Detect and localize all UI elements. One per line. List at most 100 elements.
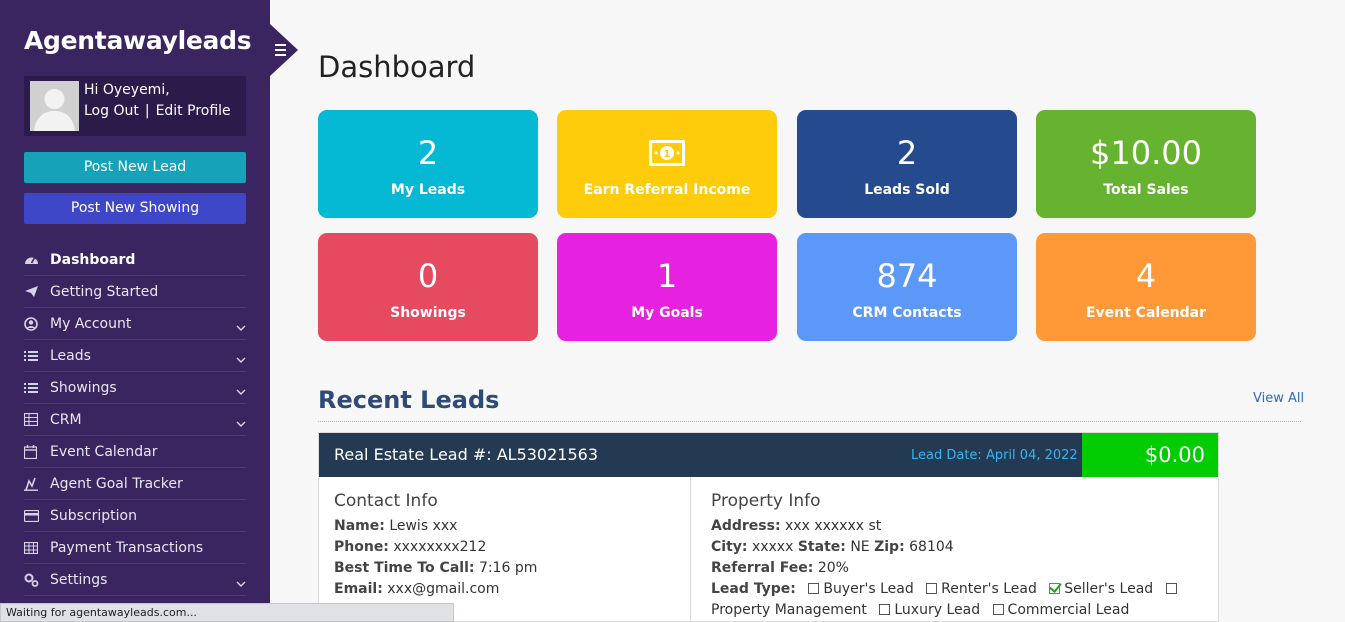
avatar <box>30 81 79 131</box>
sidebar-item-label: Getting Started <box>50 283 159 300</box>
credit-card-icon <box>24 509 50 522</box>
sidebar-item-event-calendar[interactable]: Event Calendar <box>24 436 246 468</box>
sidebar-item-settings[interactable]: Settings <box>24 564 246 596</box>
sidebar-item-dashboard[interactable]: Dashboard <box>24 244 246 276</box>
goal-icon <box>24 477 50 491</box>
column-divider <box>690 477 691 622</box>
svg-text:1: 1 <box>664 149 671 160</box>
sidebar-item-subscription[interactable]: Subscription <box>24 500 246 532</box>
contact-time-row: Best Time To Call: 7:16 pm <box>334 560 538 576</box>
table-icon <box>24 541 50 554</box>
money-bill-icon: 1 <box>649 140 685 170</box>
user-links: Log Out | Edit Profile <box>84 103 231 119</box>
tile-showings[interactable]: 0 Showings <box>318 233 538 341</box>
lead-title[interactable]: Real Estate Lead #: AL53021563 <box>334 445 598 464</box>
lead-date: Lead Date: April 04, 2022 <box>911 448 1078 463</box>
tile-label: Total Sales <box>1103 182 1189 198</box>
chevron-down-icon <box>236 575 246 591</box>
tile-label: Earn Referral Income <box>583 182 751 198</box>
lead-type-row: Lead Type: Buyer's Lead Renter's Lead Se… <box>711 579 1216 621</box>
sidebar-item-my-account[interactable]: My Account <box>24 308 246 340</box>
grid-icon <box>24 413 50 426</box>
browser-status-bar: Waiting for agentawayleads.com... <box>0 603 454 622</box>
tile-value: 2 <box>417 134 439 172</box>
sidebar-item-getting-started[interactable]: Getting Started <box>24 276 246 308</box>
sidebar-item-payment-transactions[interactable]: Payment Transactions <box>24 532 246 564</box>
section-divider <box>318 421 1301 422</box>
contact-info-heading: Contact Info <box>334 491 438 511</box>
tile-value: 874 <box>876 257 938 295</box>
tile-total-sales[interactable]: $10.00 Total Sales <box>1036 110 1256 218</box>
tile-earn-referral-income[interactable]: 1 Earn Referral Income <box>557 110 777 218</box>
sidebar-item-label: Payment Transactions <box>50 539 204 556</box>
property-info-heading: Property Info <box>711 491 821 511</box>
tile-value: 0 <box>417 257 439 295</box>
chevron-down-icon <box>236 351 246 367</box>
user-panel: Hi Oyeyemi, Log Out | Edit Profile <box>24 76 246 136</box>
logout-link[interactable]: Log Out <box>84 103 139 119</box>
brand-logo[interactable]: Agentawayleads <box>24 26 252 55</box>
sidebar-item-showings[interactable]: Showings <box>24 372 246 404</box>
link-separator: | <box>144 103 150 119</box>
checkbox-buyers-lead <box>808 583 820 594</box>
checkbox-property-management <box>1165 583 1177 594</box>
lead-card: Real Estate Lead #: AL53021563 Lead Date… <box>318 432 1219 622</box>
tile-value: 1 <box>656 257 678 295</box>
tile-my-leads[interactable]: 2 My Leads <box>318 110 538 218</box>
tile-label: My Goals <box>631 305 703 321</box>
post-new-showing-button[interactable]: Post New Showing <box>24 193 246 224</box>
property-location-row: City: xxxxx State: NE Zip: 68104 <box>711 539 954 555</box>
tile-my-goals[interactable]: 1 My Goals <box>557 233 777 341</box>
checkbox-renters-lead <box>926 583 938 594</box>
user-greeting: Hi Oyeyemi, <box>84 82 170 98</box>
sidebar-nav: Dashboard Getting Started My Account Lea… <box>24 244 246 596</box>
sidebar-item-label: Showings <box>50 379 117 396</box>
hamburger-icon <box>275 44 286 56</box>
tile-value: $10.00 <box>1090 134 1202 172</box>
lead-card-header: Real Estate Lead #: AL53021563 Lead Date… <box>319 433 1218 477</box>
dashboard-icon <box>24 253 50 266</box>
sidebar-item-label: Dashboard <box>50 251 136 268</box>
property-address-row: Address: xxx xxxxxx st <box>711 518 882 534</box>
sidebar-item-label: Leads <box>50 347 91 364</box>
contact-phone-row: Phone: xxxxxxxx212 <box>334 539 487 555</box>
tile-label: CRM Contacts <box>852 305 962 321</box>
contact-email-row: Email: xxx@gmail.com <box>334 581 500 597</box>
chevron-down-icon <box>236 415 246 431</box>
tile-label: Event Calendar <box>1085 305 1207 321</box>
contact-info: Contact Info Name: Lewis xxx Phone: xxxx… <box>334 491 537 600</box>
edit-profile-link[interactable]: Edit Profile <box>156 103 231 119</box>
checkbox-commercial-lead <box>992 604 1004 615</box>
lead-price-badge: $0.00 <box>1082 433 1218 477</box>
page-title: Dashboard <box>318 50 476 84</box>
recent-leads-heading: Recent Leads <box>318 386 500 414</box>
sidebar-item-crm[interactable]: CRM <box>24 404 246 436</box>
checkbox-luxury-lead <box>879 604 891 615</box>
sidebar-item-label: My Account <box>50 315 132 332</box>
sidebar: Agentawayleads Hi Oyeyemi, Log Out | Edit … <box>0 0 270 622</box>
sidebar-item-label: Agent Goal Tracker <box>50 475 183 492</box>
chevron-down-icon <box>236 383 246 399</box>
checkbox-sellers-lead <box>1049 583 1061 594</box>
list-icon <box>24 382 50 394</box>
tile-label: My Leads <box>390 182 466 198</box>
property-info: Property Info Address: xxx xxxxxx st Cit… <box>711 491 1216 621</box>
calendar-icon <box>24 444 50 459</box>
tile-value: 2 <box>896 134 918 172</box>
gears-icon <box>24 573 50 587</box>
list-icon <box>24 350 50 362</box>
sidebar-item-label: Settings <box>50 571 108 588</box>
sidebar-item-label: Subscription <box>50 507 137 524</box>
sidebar-item-agent-goal-tracker[interactable]: Agent Goal Tracker <box>24 468 246 500</box>
post-new-lead-button[interactable]: Post New Lead <box>24 152 246 183</box>
tile-leads-sold[interactable]: 2 Leads Sold <box>797 110 1017 218</box>
user-circle-icon <box>24 316 50 331</box>
sidebar-toggle-button[interactable] <box>270 24 298 76</box>
sidebar-item-leads[interactable]: Leads <box>24 340 246 372</box>
tile-event-calendar[interactable]: 4 Event Calendar <box>1036 233 1256 341</box>
view-all-link[interactable]: View All <box>1253 391 1304 406</box>
tile-label: Showings <box>390 305 466 321</box>
tile-label: Leads Sold <box>864 182 950 198</box>
tile-value: 4 <box>1135 257 1157 295</box>
tile-crm-contacts[interactable]: 874 CRM Contacts <box>797 233 1017 341</box>
